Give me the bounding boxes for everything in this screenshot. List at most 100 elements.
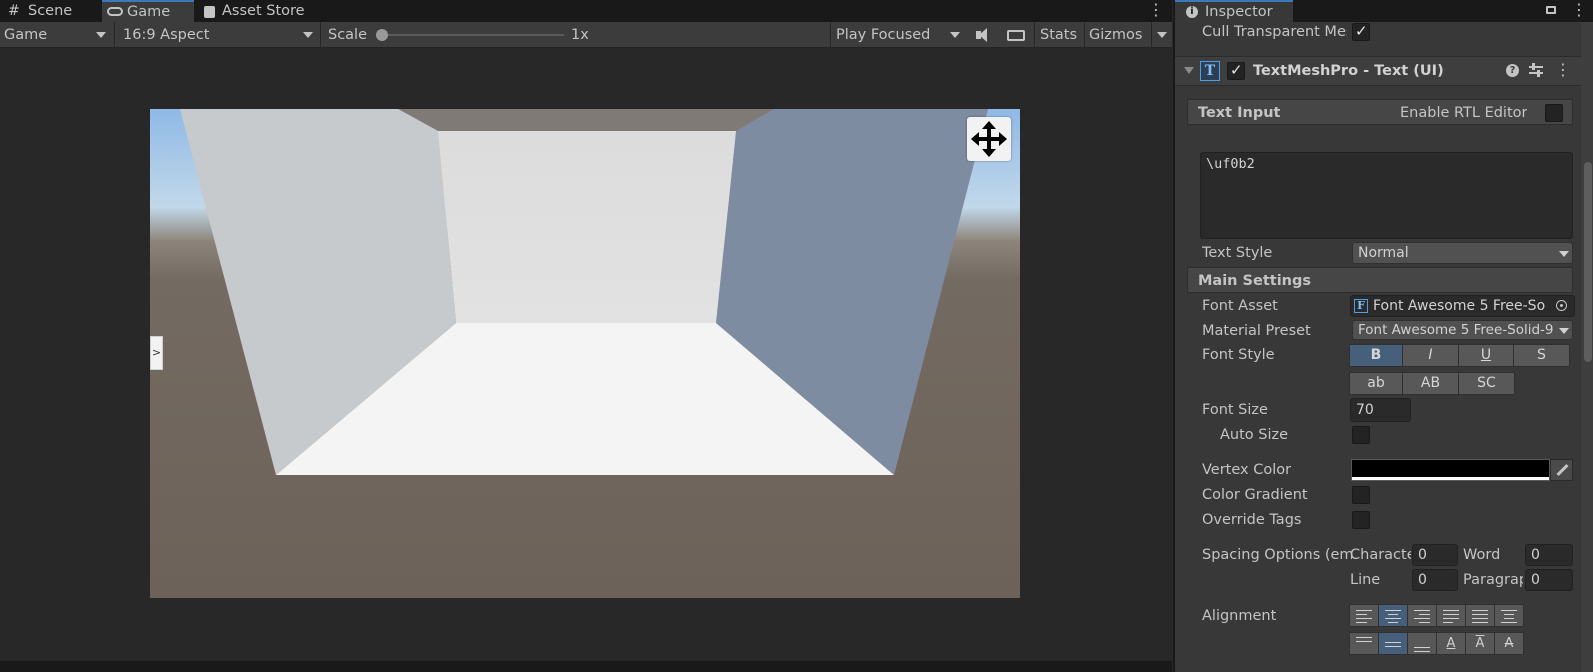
- tab-inspector[interactable]: i Inspector: [1175, 0, 1293, 22]
- align-justified-button[interactable]: [1436, 604, 1466, 627]
- tab-game-label: Game: [127, 4, 171, 20]
- override-tags-label: Override Tags: [1202, 512, 1302, 528]
- component-enabled-checkbox[interactable]: [1227, 61, 1245, 80]
- color-gradient-label: Color Gradient: [1202, 487, 1308, 503]
- font-size-input[interactable]: 70: [1350, 398, 1411, 422]
- play-mode-dropdown[interactable]: Play Focused: [832, 22, 966, 48]
- align-right-button[interactable]: [1407, 604, 1437, 627]
- material-preset-label: Material Preset: [1202, 323, 1311, 339]
- back-wall: [438, 131, 736, 323]
- speaker-cone-icon: [979, 28, 987, 42]
- align-left-button[interactable]: [1349, 604, 1379, 627]
- gamepad-icon: [107, 7, 123, 16]
- help-icon[interactable]: ?: [1506, 64, 1519, 77]
- audio-mute-button[interactable]: [970, 26, 996, 44]
- inspector-tabbar: i Inspector ⋮: [1175, 0, 1593, 22]
- align-bottom-button[interactable]: [1407, 632, 1437, 655]
- lock-icon[interactable]: [1546, 6, 1556, 14]
- keyboard-icon: [1007, 30, 1025, 41]
- tab-scene-label: Scene: [28, 3, 73, 19]
- align-midline-button[interactable]: A: [1465, 632, 1495, 655]
- material-preset-value: Font Awesome 5 Free-Solid-9: [1358, 322, 1554, 338]
- main-settings-section-header: Main Settings: [1187, 267, 1573, 293]
- component-menu-icon[interactable]: ⋮: [1555, 60, 1571, 80]
- font-asset-icon: F: [1354, 299, 1368, 313]
- font-asset-field[interactable]: F Font Awesome 5 Free-So: [1350, 295, 1575, 317]
- tab-asset-store-label: Asset Store: [222, 3, 305, 19]
- character-spacing-label: Characte: [1350, 547, 1411, 563]
- scale-value: 1x: [571, 27, 589, 43]
- italic-toggle-button[interactable]: I: [1402, 344, 1459, 367]
- align-baseline-button[interactable]: A: [1436, 632, 1466, 655]
- align-geometry-center-button[interactable]: [1494, 604, 1524, 627]
- toolbar-divider: [830, 22, 831, 48]
- panel-menu-icon[interactable]: ⋮: [1148, 0, 1164, 22]
- font-size-label: Font Size: [1202, 402, 1268, 418]
- paragraph-spacing-input[interactable]: 0: [1525, 569, 1573, 591]
- eyedropper-icon: [1556, 463, 1569, 477]
- align-flush-button[interactable]: [1465, 604, 1495, 627]
- uppercase-toggle-button[interactable]: AB: [1402, 372, 1459, 395]
- gizmos-button[interactable]: Gizmos: [1089, 22, 1142, 48]
- align-middle-button[interactable]: [1378, 632, 1408, 655]
- inspector-scroll-thumb[interactable]: [1584, 162, 1592, 362]
- gizmos-menu-chevron-icon[interactable]: [1157, 32, 1167, 38]
- side-panel-toggle-button[interactable]: >: [150, 336, 163, 370]
- game-panel-bottom-strip: [0, 661, 1172, 672]
- font-awesome-move-glyph: [967, 117, 1011, 161]
- vertex-color-label: Vertex Color: [1202, 462, 1292, 478]
- word-spacing-input[interactable]: 0: [1525, 544, 1573, 566]
- component-title: TextMeshPro - Text (UI): [1253, 63, 1444, 79]
- cull-transparent-checkbox[interactable]: [1352, 22, 1370, 41]
- shopping-bag-icon: [204, 6, 215, 18]
- tab-asset-store[interactable]: Asset Store: [198, 0, 348, 22]
- eyedropper-button[interactable]: [1550, 459, 1573, 481]
- toolbar-divider: [1034, 22, 1035, 48]
- strikethrough-toggle-button[interactable]: S: [1513, 344, 1570, 367]
- character-spacing-input[interactable]: 0: [1412, 544, 1458, 566]
- toolbar-divider: [1151, 22, 1152, 48]
- component-header[interactable]: T TextMeshPro - Text (UI) ? ⋮: [1175, 56, 1581, 86]
- object-picker-button[interactable]: [1551, 296, 1574, 316]
- align-center-button[interactable]: [1378, 604, 1408, 627]
- underline-toggle-button[interactable]: U: [1458, 344, 1514, 367]
- line-spacing-input[interactable]: 0: [1412, 569, 1458, 591]
- scale-slider-handle[interactable]: [376, 29, 388, 41]
- color-gradient-checkbox[interactable]: [1352, 486, 1370, 504]
- ceiling-wall: [398, 109, 774, 131]
- rtl-editor-checkbox[interactable]: [1545, 104, 1563, 122]
- text-style-label: Text Style: [1202, 245, 1273, 261]
- inspector-menu-icon[interactable]: ⋮: [1571, 0, 1587, 22]
- text-style-dropdown[interactable]: Normal: [1352, 242, 1573, 264]
- font-asset-value: Font Awesome 5 Free-So: [1373, 298, 1546, 314]
- lowercase-toggle-button[interactable]: ab: [1349, 372, 1403, 395]
- alpha-bar: [1352, 477, 1549, 480]
- align-capline-button[interactable]: A: [1494, 632, 1524, 655]
- bold-toggle-button[interactable]: B: [1349, 344, 1403, 367]
- toolbar-divider: [320, 22, 321, 48]
- line-spacing-label: Line: [1350, 572, 1381, 588]
- scale-slider-track[interactable]: [378, 34, 564, 36]
- aspect-dropdown[interactable]: 16:9 Aspect: [118, 22, 318, 48]
- vertex-color-swatch[interactable]: [1351, 459, 1550, 481]
- game-render-viewport[interactable]: >: [150, 109, 1020, 598]
- material-preset-dropdown[interactable]: Font Awesome 5 Free-Solid-9: [1352, 320, 1573, 340]
- inspector-scrollbar[interactable]: [1581, 22, 1593, 672]
- foldout-arrow-icon[interactable]: [1184, 67, 1194, 74]
- tab-scene[interactable]: # Scene: [0, 0, 96, 22]
- stats-button[interactable]: Stats: [1040, 22, 1077, 48]
- display-dropdown[interactable]: Game: [0, 22, 112, 48]
- inspector-panel: i Inspector ⋮ Cull Transparent Mes T Tex…: [1173, 0, 1593, 672]
- smallcaps-toggle-button[interactable]: SC: [1458, 372, 1515, 395]
- preset-sliders-icon[interactable]: [1529, 63, 1543, 77]
- rtl-editor-label: Enable RTL Editor: [1400, 105, 1528, 121]
- align-top-button[interactable]: [1349, 632, 1379, 655]
- text-style-value: Normal: [1358, 245, 1409, 261]
- auto-size-checkbox[interactable]: [1352, 426, 1370, 444]
- cull-transparent-label: Cull Transparent Mes: [1202, 24, 1347, 40]
- keyboard-shortcuts-button[interactable]: [1004, 26, 1030, 44]
- text-input-area[interactable]: \uf0b2: [1200, 152, 1573, 239]
- tab-game[interactable]: Game: [102, 0, 194, 22]
- game-render-scene: [150, 109, 1020, 598]
- override-tags-checkbox[interactable]: [1352, 511, 1370, 529]
